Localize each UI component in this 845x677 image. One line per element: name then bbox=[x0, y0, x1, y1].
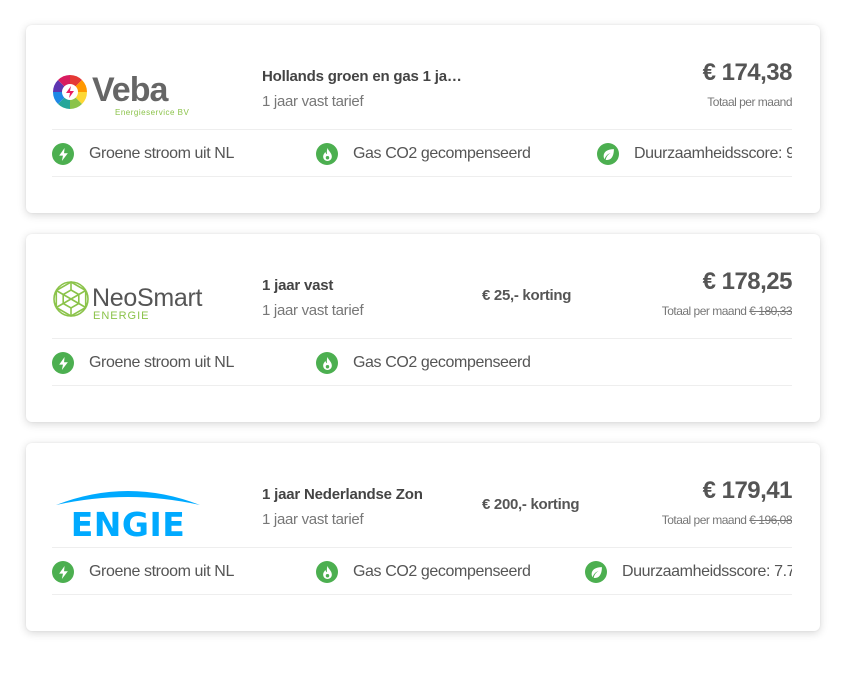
discount-badge: € 25,- korting bbox=[482, 287, 572, 304]
flame-icon bbox=[316, 561, 338, 583]
offer-list: Veba Energieservice BV Hollands groen en… bbox=[0, 0, 845, 677]
plan-info: 1 jaar vast 1 jaar vast tarief bbox=[262, 276, 477, 321]
engie-logo-arc bbox=[56, 491, 200, 505]
feature-green-power: Groene stroom uit NL bbox=[52, 143, 234, 165]
price-label: Totaal per maand bbox=[707, 95, 792, 109]
price: € 179,41 bbox=[702, 477, 792, 504]
veba-logo: Veba Energieservice BV bbox=[53, 71, 189, 117]
old-price: € 196,08 bbox=[749, 513, 792, 527]
plan-subtitle: 1 jaar vast tarief bbox=[262, 511, 364, 528]
feature-sustainability-score: Duurzaamheidsscore: 7.7 bbox=[585, 561, 792, 583]
price-block: € 174,38 Totaal per maand bbox=[703, 59, 792, 109]
plan-title[interactable]: 1 jaar vast bbox=[262, 276, 477, 296]
old-price: € 180,33 bbox=[749, 304, 792, 318]
flame-icon bbox=[316, 143, 338, 165]
discount-badge: € 200,- korting bbox=[482, 496, 580, 513]
feature-label: Gas CO2 gecompenseerd bbox=[353, 354, 531, 371]
feature-label: Duurzaamheidsscore: 9 bbox=[634, 145, 792, 162]
price-label: Totaal per maand bbox=[661, 513, 747, 527]
veba-logo-text: Veba bbox=[92, 71, 169, 109]
neosmart-logo: NeoSmart ENERGIE bbox=[53, 281, 203, 322]
price: € 174,38 bbox=[702, 59, 792, 86]
offer-card-content: Veba Energieservice BV Hollands groen en… bbox=[52, 25, 792, 213]
lightning-icon bbox=[52, 143, 74, 165]
feature-label: Gas CO2 gecompenseerd bbox=[353, 563, 531, 580]
offer-card-content: NeoSmart ENERGIE 1 jaar vast 1 jaar vast… bbox=[52, 234, 792, 422]
price: € 178,25 bbox=[702, 268, 792, 295]
leaf-icon bbox=[585, 561, 607, 583]
veba-logo-mark bbox=[53, 75, 87, 109]
feature-label: Groene stroom uit NL bbox=[89, 354, 234, 371]
feature-row: Groene stroom uit NL Gas CO2 gecompensee… bbox=[52, 129, 792, 177]
price-label-row: Totaal per maand € 180,33 bbox=[662, 304, 792, 318]
feature-label: Gas CO2 gecompenseerd bbox=[353, 145, 531, 162]
plan-title[interactable]: Hollands groen en gas 1 ja… bbox=[262, 67, 477, 87]
price-label: Totaal per maand bbox=[661, 304, 747, 318]
lightning-icon bbox=[52, 352, 74, 374]
leaf-icon bbox=[597, 143, 619, 165]
feature-label: Duurzaamheidsscore: 7.7 bbox=[622, 563, 792, 580]
neosmart-logo-subtext: ENERGIE bbox=[93, 310, 150, 322]
plan-info: Hollands groen en gas 1 ja… 1 jaar vast … bbox=[262, 67, 477, 112]
price-block: € 179,41 Totaal per maand € 196,08 bbox=[662, 477, 792, 527]
plan-info: 1 jaar Nederlandse Zon 1 jaar vast tarie… bbox=[262, 485, 477, 530]
feature-green-power: Groene stroom uit NL bbox=[52, 561, 234, 583]
lightning-icon bbox=[52, 561, 74, 583]
veba-logo-subtext: Energieservice BV bbox=[115, 108, 189, 117]
price-block: € 178,25 Totaal per maand € 180,33 bbox=[662, 268, 792, 318]
neosmart-logo-mark bbox=[53, 281, 89, 317]
feature-label: Groene stroom uit NL bbox=[89, 145, 234, 162]
feature-row: Groene stroom uit NL Gas CO2 gecompensee… bbox=[52, 338, 792, 386]
offer-card-neosmart[interactable]: NeoSmart ENERGIE 1 jaar vast 1 jaar vast… bbox=[26, 234, 820, 422]
engie-logo-text: ENGIE bbox=[71, 505, 186, 541]
neosmart-logo-text: NeoSmart bbox=[92, 284, 202, 312]
feature-gas-co2: Gas CO2 gecompenseerd bbox=[316, 143, 531, 165]
price-label-row: Totaal per maand € 196,08 bbox=[662, 513, 792, 527]
engie-logo: ENGIE bbox=[56, 491, 200, 541]
offer-card-engie[interactable]: ENGIE 1 jaar Nederlandse Zon 1 jaar vast… bbox=[26, 443, 820, 631]
feature-gas-co2: Gas CO2 gecompenseerd bbox=[316, 561, 531, 583]
offer-card-content: ENGIE 1 jaar Nederlandse Zon 1 jaar vast… bbox=[52, 443, 792, 631]
offer-card-veba[interactable]: Veba Energieservice BV Hollands groen en… bbox=[26, 25, 820, 213]
feature-green-power: Groene stroom uit NL bbox=[52, 352, 234, 374]
feature-label: Groene stroom uit NL bbox=[89, 563, 234, 580]
plan-subtitle: 1 jaar vast tarief bbox=[262, 302, 364, 319]
flame-icon bbox=[316, 352, 338, 374]
plan-title[interactable]: 1 jaar Nederlandse Zon bbox=[262, 485, 477, 505]
feature-sustainability-score: Duurzaamheidsscore: 9 bbox=[597, 143, 792, 165]
feature-gas-co2: Gas CO2 gecompenseerd bbox=[316, 352, 531, 374]
feature-row: Groene stroom uit NL Gas CO2 gecompensee… bbox=[52, 547, 792, 595]
plan-subtitle: 1 jaar vast tarief bbox=[262, 93, 364, 110]
